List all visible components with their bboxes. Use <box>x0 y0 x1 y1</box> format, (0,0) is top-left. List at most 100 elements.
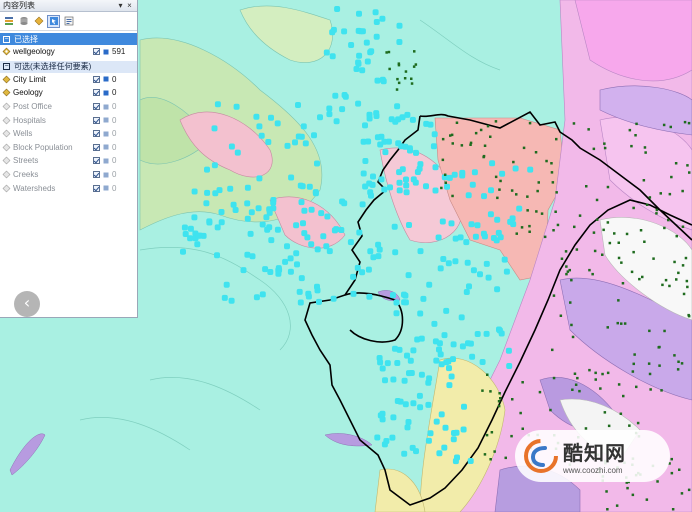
well-point <box>446 382 453 389</box>
selection-count: 0 <box>112 129 117 139</box>
well-point <box>314 246 321 253</box>
geology-point <box>450 133 454 137</box>
well-point <box>431 320 438 327</box>
well-point <box>450 356 456 363</box>
collapse-toggle[interactable]: − <box>3 35 10 43</box>
selection-icon <box>103 104 109 110</box>
well-point <box>432 164 439 171</box>
panel-title: 内容列表 <box>3 1 35 10</box>
options-button[interactable] <box>62 15 75 28</box>
well-point <box>420 295 427 302</box>
selected-group-header[interactable]: − 已选择 <box>0 33 137 45</box>
well-point <box>469 181 476 188</box>
geology-point <box>440 186 443 190</box>
selectable-checkbox[interactable] <box>93 75 100 83</box>
list-by-source-button[interactable] <box>17 15 30 28</box>
geology-point <box>493 450 496 453</box>
selectable-checkbox[interactable] <box>93 157 100 165</box>
close-button[interactable]: × <box>125 1 134 10</box>
geology-point <box>385 51 388 54</box>
well-point <box>406 222 412 228</box>
selectable-checkbox[interactable] <box>93 130 100 138</box>
geology-point <box>633 353 636 356</box>
selectable-checkbox[interactable] <box>93 48 100 56</box>
well-point <box>481 233 488 240</box>
well-point <box>410 400 417 407</box>
layer-row-city-limit[interactable]: City Limit 0 <box>0 73 137 87</box>
geology-point <box>573 372 577 375</box>
selectable-group-header[interactable]: − 可选(未选择任何要素) <box>0 60 137 73</box>
selection-icon <box>103 185 109 191</box>
layer-row-wells[interactable]: Wells 0 <box>0 127 137 141</box>
geology-point <box>647 362 651 365</box>
geology-point <box>504 456 507 460</box>
geology-point <box>632 206 635 210</box>
layer-row-wellgeology[interactable]: wellgeology 591 <box>0 45 137 59</box>
geology-point <box>607 424 611 428</box>
well-point <box>468 221 475 228</box>
layer-row-hospitals[interactable]: Hospitals 0 <box>0 113 137 127</box>
geology-point <box>551 181 555 184</box>
geology-point <box>469 143 472 146</box>
well-point <box>308 241 315 248</box>
geology-point <box>622 394 625 398</box>
geology-point <box>673 260 676 264</box>
options-icon <box>64 16 73 26</box>
list-by-selection-button[interactable] <box>47 14 60 28</box>
geology-point <box>602 228 605 232</box>
pin-dropdown-button[interactable]: ▾ <box>116 1 125 10</box>
geology-point <box>687 121 691 125</box>
well-point <box>232 207 239 213</box>
well-point <box>333 226 340 233</box>
collapse-toggle[interactable]: − <box>3 63 10 71</box>
previous-button[interactable]: ‹ <box>14 291 40 317</box>
selectable-checkbox[interactable] <box>93 143 100 151</box>
well-point <box>445 260 452 267</box>
well-point <box>463 289 470 295</box>
layer-row-creeks[interactable]: Creeks 0 <box>0 168 137 182</box>
selectable-checkbox[interactable] <box>93 103 100 111</box>
geology-point <box>499 179 502 183</box>
well-point <box>240 267 247 274</box>
layer-row-watersheds[interactable]: Watersheds 0 <box>0 181 137 195</box>
layer-name: Block Population <box>13 142 73 152</box>
geology-point <box>596 218 599 221</box>
geology-point <box>486 124 490 128</box>
well-point <box>350 290 357 297</box>
well-point <box>470 267 477 274</box>
well-point <box>262 266 269 273</box>
list-by-drawing-order-button[interactable] <box>2 15 15 28</box>
geology-point <box>603 411 607 414</box>
list-by-visibility-button[interactable] <box>32 15 45 28</box>
well-point <box>244 215 251 222</box>
geology-point <box>526 209 529 212</box>
well-point <box>527 166 534 173</box>
selectable-checkbox[interactable] <box>93 89 100 97</box>
layer-row-streets[interactable]: Streets 0 <box>0 154 137 168</box>
geology-point <box>639 229 643 232</box>
geology-point <box>681 189 684 193</box>
selectable-checkbox[interactable] <box>93 171 100 179</box>
geology-point <box>601 372 604 376</box>
geology-point <box>537 181 540 184</box>
well-point <box>255 205 262 212</box>
well-point <box>437 265 444 272</box>
well-point <box>485 274 492 281</box>
layer-row-block-population[interactable]: Block Population 0 <box>0 141 137 155</box>
well-point <box>218 219 225 226</box>
well-point <box>326 105 333 112</box>
selectable-checkbox[interactable] <box>93 116 100 124</box>
well-point <box>459 343 466 350</box>
geology-point <box>483 144 487 147</box>
well-point <box>195 232 202 239</box>
layer-row-geology[interactable]: Geology 0 <box>0 86 137 100</box>
watermark-brand: 酷知网 <box>563 441 626 465</box>
well-point <box>258 132 265 139</box>
well-point <box>292 139 298 146</box>
well-point <box>259 221 266 228</box>
geology-point <box>489 135 492 138</box>
geology-point <box>551 348 554 352</box>
layer-row-post-office[interactable]: Post Office 0 <box>0 100 137 114</box>
geology-point <box>565 272 568 276</box>
selectable-checkbox[interactable] <box>93 184 100 192</box>
